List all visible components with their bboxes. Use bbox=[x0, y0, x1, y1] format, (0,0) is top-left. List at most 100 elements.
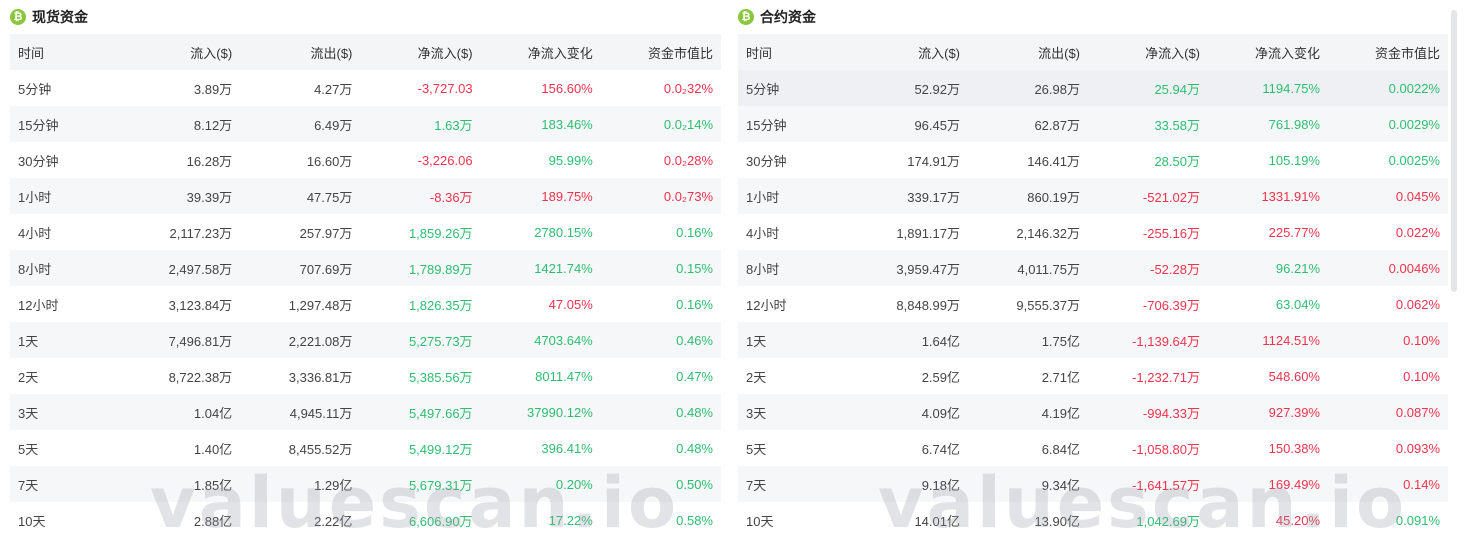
cell-net-inflow: 5,679.31万 bbox=[360, 466, 481, 502]
cell-cap-ratio: 0.46% bbox=[600, 322, 721, 358]
cell-inflow: 8.12万 bbox=[120, 106, 241, 142]
cell-outflow: 26.98万 bbox=[968, 70, 1088, 106]
cell-cap-ratio: 0.14% bbox=[1328, 466, 1448, 502]
cell-outflow: 1.29亿 bbox=[240, 466, 361, 502]
table-row[interactable]: 12小时 3,123.84万 1,297.48万 1,826.35万 47.05% 0.1… bbox=[10, 286, 721, 322]
cell-cap-ratio: 0.087% bbox=[1328, 394, 1448, 430]
cell-cap-ratio: 0.16% bbox=[676, 224, 713, 240]
cell-inflow: 3.89万 bbox=[193, 81, 233, 97]
cell-inflow: 4.09亿 bbox=[848, 394, 968, 430]
cell-cap-ratio: 0.50% bbox=[600, 466, 721, 502]
table-row[interactable]: 5天 1.40亿 8,455.52万 5,499.12万 396.41% 0.48% bbox=[10, 430, 721, 466]
table-row[interactable]: 30分钟 174.91万 146.41万 28.50万 105.19% 0.0025% bbox=[738, 142, 1448, 178]
table-row[interactable]: 1天 7,496.81万 2,221.08万 5,275.73万 4703.64% 0.4… bbox=[10, 322, 721, 358]
table-row[interactable]: 10天 2.88亿 2.22亿 6,606.90万 17.22% 0.58% bbox=[10, 502, 721, 538]
table-row[interactable]: 2天 2.59亿 2.71亿 -1,232.71万 548.60% 0.10% bbox=[738, 358, 1448, 394]
cell-inflow: 3,123.84万 bbox=[168, 297, 233, 313]
cell-outflow: 9,555.37万 bbox=[1016, 297, 1080, 313]
cell-net-inflow: -1,058.80万 bbox=[1132, 441, 1200, 457]
cell-net-inflow: 5,275.73万 bbox=[360, 322, 481, 358]
table-row[interactable]: 7天 9.18亿 9.34亿 -1,641.57万 169.49% 0.14% bbox=[738, 466, 1448, 502]
cell-outflow: 9.34亿 bbox=[968, 466, 1088, 502]
table-row[interactable]: 3天 1.04亿 4,945.11万 5,497.66万 37990.12% 0.48% bbox=[10, 394, 721, 430]
table-row[interactable]: 4小时 2,117.23万 257.97万 1,859.26万 2780.15% 0.16… bbox=[10, 214, 721, 250]
cell-net-inflow: 1,859.26万 bbox=[408, 225, 473, 241]
cell-net-inflow: 25.94万 bbox=[1088, 70, 1208, 106]
table-row[interactable]: 3天 4.09亿 4.19亿 -994.33万 927.39% 0.087% bbox=[738, 394, 1448, 430]
column-header-inflow[interactable]: 流入($) bbox=[120, 34, 241, 70]
cell-time: 4小时 bbox=[746, 225, 780, 241]
column-header-time[interactable]: 时间 bbox=[738, 34, 848, 70]
cell-net-change: 927.39% bbox=[1208, 394, 1328, 430]
futures-panel-header: ₿ 合约资金 bbox=[738, 0, 1448, 34]
cell-time: 7天 bbox=[738, 466, 848, 502]
cell-outflow: 1,297.48万 bbox=[288, 297, 353, 313]
cell-cap-ratio: 0.48% bbox=[600, 394, 721, 430]
table-row[interactable]: 1小时 339.17万 860.19万 -521.02万 1331.91% 0.045% bbox=[738, 178, 1448, 214]
cell-net-change: 1124.51% bbox=[1208, 322, 1328, 358]
column-header-net-inflow[interactable]: 净流入($) bbox=[360, 34, 481, 70]
table-row[interactable]: 2天 8,722.38万 3,336.81万 5,385.56万 8011.47% 0.4… bbox=[10, 358, 721, 394]
cell-inflow: 2,117.23万 bbox=[169, 225, 233, 241]
cell-time: 8小时 bbox=[738, 250, 848, 286]
cell-inflow: 2.88亿 bbox=[193, 513, 233, 529]
table-row[interactable]: 8小时 3,959.47万 4,011.75万 -52.28万 96.21% 0.0046… bbox=[738, 250, 1448, 286]
cell-time: 7天 bbox=[10, 466, 120, 502]
cell-outflow: 2,146.32万 bbox=[1016, 225, 1080, 241]
cell-time: 3天 bbox=[738, 394, 848, 430]
column-header-net-change[interactable]: 净流入变化 bbox=[480, 34, 601, 70]
cell-net-change: 47.05% bbox=[548, 296, 593, 312]
table-row[interactable]: 1天 1.64亿 1.75亿 -1,139.64万 1124.51% 0.10% bbox=[738, 322, 1448, 358]
cell-net-change: 105.19% bbox=[1268, 152, 1320, 168]
column-header-net-change[interactable]: 净流入变化 bbox=[1208, 34, 1328, 70]
cell-outflow: 146.41万 bbox=[1027, 153, 1080, 169]
table-header-row: 时间 流入($) 流出($) 净流入($) 净流入变化 资金市值比 bbox=[10, 34, 721, 70]
cell-outflow: 2.71亿 bbox=[1041, 369, 1080, 385]
table-row[interactable]: 5分钟 52.92万 26.98万 25.94万 1194.75% 0.0022% bbox=[738, 70, 1448, 106]
cell-time: 8小时 bbox=[10, 250, 120, 286]
cell-time: 12小时 bbox=[746, 297, 787, 313]
column-header-net-inflow[interactable]: 净流入($) bbox=[1088, 34, 1208, 70]
column-header-outflow[interactable]: 流出($) bbox=[240, 34, 361, 70]
cell-cap-ratio: 0.0₂28% bbox=[663, 152, 713, 168]
table-row[interactable]: 4小时 1,891.17万 2,146.32万 -255.16万 225.77% 0.02… bbox=[738, 214, 1448, 250]
cell-time: 10天 bbox=[746, 513, 774, 529]
cell-net-inflow: 1,042.69万 bbox=[1136, 513, 1200, 529]
cell-inflow: 1.40亿 bbox=[193, 441, 233, 457]
cell-net-inflow: 5,385.56万 bbox=[408, 369, 473, 385]
cell-net-inflow: -706.39万 bbox=[1142, 297, 1200, 313]
table-row[interactable]: 8小时 2,497.58万 707.69万 1,789.89万 1421.74% 0.15… bbox=[10, 250, 721, 286]
cell-net-inflow: 1.63万 bbox=[360, 106, 481, 142]
column-header-inflow[interactable]: 流入($) bbox=[848, 34, 968, 70]
cell-time: 1小时 bbox=[738, 178, 848, 214]
cell-net-inflow: -3,226.06 bbox=[417, 152, 473, 168]
cell-cap-ratio: 0.062% bbox=[1395, 296, 1440, 312]
table-row[interactable]: 15分钟 8.12万 6.49万 1.63万 183.46% 0.0₂14% bbox=[10, 106, 721, 142]
cell-net-inflow: 28.50万 bbox=[1154, 153, 1200, 169]
column-header-cap-ratio[interactable]: 资金市值比 bbox=[600, 34, 721, 70]
cell-outflow: 2.22亿 bbox=[314, 513, 353, 529]
cell-time: 4小时 bbox=[18, 225, 52, 241]
cell-cap-ratio: 0.58% bbox=[676, 512, 713, 528]
table-row[interactable]: 5天 6.74亿 6.84亿 -1,058.80万 150.38% 0.093% bbox=[738, 430, 1448, 466]
cell-time: 15分钟 bbox=[10, 106, 120, 142]
column-header-outflow[interactable]: 流出($) bbox=[968, 34, 1088, 70]
table-row[interactable]: 7天 1.85亿 1.29亿 5,679.31万 0.20% 0.50% bbox=[10, 466, 721, 502]
cell-inflow: 8,722.38万 bbox=[168, 369, 233, 385]
table-row[interactable]: 12小时 8,848.99万 9,555.37万 -706.39万 63.04% 0.06… bbox=[738, 286, 1448, 322]
cell-net-inflow: 1,826.35万 bbox=[408, 297, 473, 313]
table-row[interactable]: 15分钟 96.45万 62.87万 33.58万 761.98% 0.0029% bbox=[738, 106, 1448, 142]
table-row[interactable]: 1小时 39.39万 47.75万 -8.36万 189.75% 0.0₂73% bbox=[10, 178, 721, 214]
table-row[interactable]: 30分钟 16.28万 16.60万 -3,226.06 95.99% 0.0₂28% bbox=[10, 142, 721, 178]
scrollbar[interactable] bbox=[1451, 10, 1457, 292]
cell-net-inflow: -521.02万 bbox=[1088, 178, 1208, 214]
table-row[interactable]: 5分钟 3.89万 4.27万 -3,727.03 156.60% 0.0₂32% bbox=[10, 70, 721, 106]
cell-net-change: 183.46% bbox=[480, 106, 601, 142]
cell-net-change: 548.60% bbox=[1268, 368, 1320, 384]
cell-time: 2天 bbox=[746, 369, 767, 385]
cell-net-change: 0.20% bbox=[480, 466, 601, 502]
table-row[interactable]: 10天 14.01亿 13.90亿 1,042.69万 45.20% 0.091% bbox=[738, 502, 1448, 538]
cell-cap-ratio: 0.0046% bbox=[1328, 250, 1448, 286]
column-header-cap-ratio[interactable]: 资金市值比 bbox=[1328, 34, 1448, 70]
column-header-time[interactable]: 时间 bbox=[10, 34, 120, 70]
